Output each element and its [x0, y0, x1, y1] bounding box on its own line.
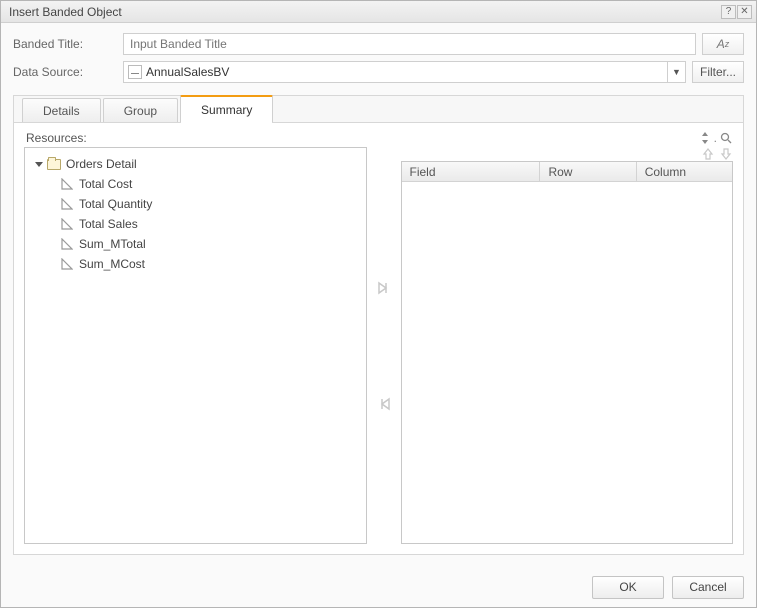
data-source-combo[interactable]: AnnualSalesBV ▼ [123, 61, 686, 83]
close-button[interactable]: ✕ [737, 5, 752, 19]
column-header-field[interactable]: Field [402, 162, 541, 181]
expand-caret-icon[interactable] [35, 162, 43, 167]
data-source-dropdown-button[interactable]: ▼ [667, 62, 685, 82]
tree-item-label: Total Sales [79, 217, 138, 231]
titlebar: Insert Banded Object ? ✕ [1, 1, 756, 23]
dialog-body: Banded Title: Az Data Source: AnnualSale… [1, 23, 756, 567]
help-button[interactable]: ? [721, 5, 736, 19]
transfer-buttons [367, 147, 401, 544]
tree-root-label: Orders Detail [66, 157, 137, 171]
search-icon[interactable] [719, 131, 733, 145]
measure-icon [61, 238, 73, 250]
tree-item-label: Sum_MCost [79, 257, 145, 271]
resources-tree[interactable]: Orders Detail Total Cost Total Quantity [24, 147, 367, 544]
ok-button[interactable]: OK [592, 576, 664, 599]
grid-header: Field Row Column [402, 162, 733, 182]
tree-item[interactable]: Total Sales [29, 214, 362, 234]
folder-icon [47, 159, 61, 170]
tree-item[interactable]: Total Quantity [29, 194, 362, 214]
tree-item-label: Total Quantity [79, 197, 152, 211]
selected-fields-grid[interactable]: Field Row Column [401, 161, 734, 544]
measure-icon [61, 178, 73, 190]
move-up-button[interactable] [701, 147, 715, 161]
column-header-column[interactable]: Column [637, 162, 732, 181]
move-down-button[interactable] [719, 147, 733, 161]
dialog-title: Insert Banded Object [9, 5, 122, 19]
remove-left-button[interactable] [376, 396, 392, 412]
dialog: Insert Banded Object ? ✕ Banded Title: A… [0, 0, 757, 608]
tree-item-label: Total Cost [79, 177, 132, 191]
cancel-button[interactable]: Cancel [672, 576, 744, 599]
sort-updown-icon[interactable] [698, 131, 712, 145]
tree-item[interactable]: Sum_MCost [29, 254, 362, 274]
tree-item-label: Sum_MTotal [79, 237, 146, 251]
tab-content-summary: Resources: . Orders D [14, 122, 743, 554]
font-style-button[interactable]: Az [702, 33, 744, 55]
column-header-row[interactable]: Row [540, 162, 636, 181]
separator-dot: . [714, 131, 717, 145]
data-source-row: Data Source: AnnualSalesBV ▼ Filter... [13, 61, 744, 83]
tab-details[interactable]: Details [22, 98, 101, 122]
dialog-footer: OK Cancel [1, 567, 756, 607]
font-letter-a-icon: A [717, 37, 725, 51]
order-buttons [401, 147, 734, 161]
banded-title-input[interactable] [123, 33, 696, 55]
data-source-label: Data Source: [13, 65, 123, 79]
data-source-value: AnnualSalesBV [146, 65, 667, 79]
resources-header: Resources: . [24, 131, 733, 147]
datasource-icon [128, 65, 142, 79]
measure-icon [61, 218, 73, 230]
measure-icon [61, 198, 73, 210]
measure-icon [61, 258, 73, 270]
tabstrip: Details Group Summary [14, 95, 743, 122]
panels: Orders Detail Total Cost Total Quantity [24, 147, 733, 544]
banded-title-row: Banded Title: Az [13, 33, 744, 55]
add-right-button[interactable] [376, 280, 392, 296]
font-letter-z-icon: z [725, 39, 730, 49]
tab-summary[interactable]: Summary [180, 95, 273, 122]
tabs-area: Details Group Summary Resources: . [13, 95, 744, 555]
resources-label: Resources: [26, 131, 87, 145]
selected-fields-column: Field Row Column [401, 147, 734, 544]
tree-item[interactable]: Total Cost [29, 174, 362, 194]
tree-root-orders-detail[interactable]: Orders Detail [29, 154, 362, 174]
tree-item[interactable]: Sum_MTotal [29, 234, 362, 254]
tab-group[interactable]: Group [103, 98, 178, 122]
filter-button[interactable]: Filter... [692, 61, 744, 83]
banded-title-label: Banded Title: [13, 37, 123, 51]
